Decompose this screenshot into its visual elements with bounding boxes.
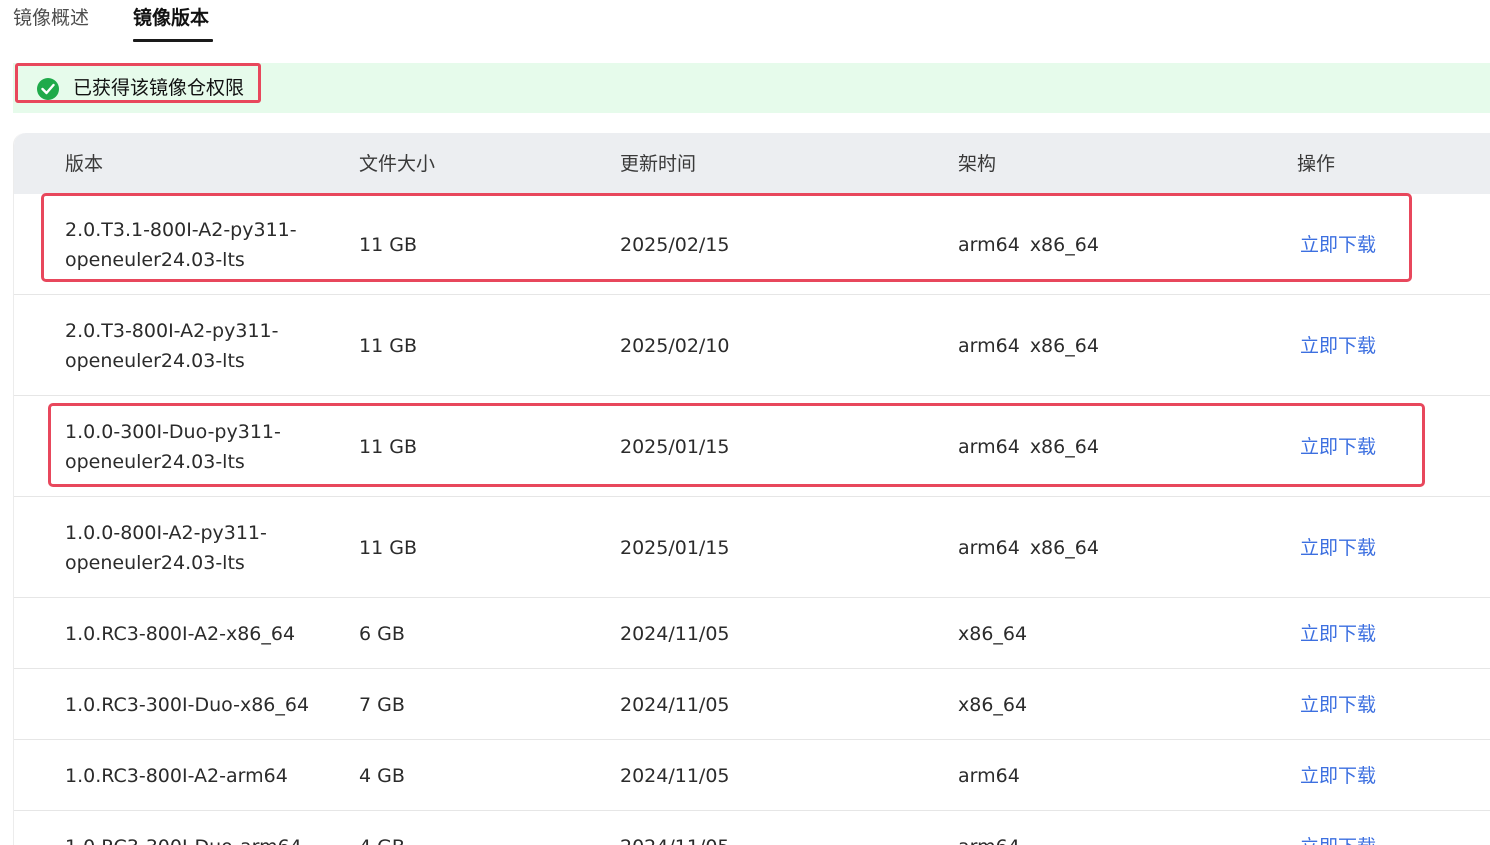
table-row: 1.0.RC3-800I-A2-arm64 4 GB 2024/11/05 arm64… [14, 740, 1490, 811]
architecture-cell: arm64 [958, 761, 1020, 791]
architecture-cell: arm64 x86_64 [958, 533, 1099, 563]
header-updated-time: 更新时间 [620, 153, 697, 175]
arch-tag: arm64 [958, 836, 1020, 845]
file-size-cell: 11 GB [359, 537, 417, 559]
arch-tag: arm64 [958, 234, 1020, 256]
arch-tag: x86_64 [958, 694, 1028, 716]
permission-status-text: 已获得该镜像仓权限 [73, 77, 245, 99]
version-cell: 1.0.RC3-800I-A2-x86_64 [65, 623, 296, 645]
download-now-link[interactable]: 立即下载 [1300, 533, 1376, 563]
tab-image-versions[interactable]: 镜像版本 [133, 6, 209, 30]
file-size-cell: 11 GB [359, 436, 417, 458]
header-actions: 操作 [1297, 153, 1336, 175]
version-cell: 1.0.0-300I-Duo-py311-openeuler24.03-lts [65, 421, 281, 473]
download-now-link[interactable]: 立即下载 [1300, 619, 1376, 649]
arch-tag: arm64 [958, 537, 1020, 559]
header-version: 版本 [65, 153, 104, 175]
download-now-link[interactable]: 立即下载 [1300, 690, 1376, 720]
architecture-cell: arm64 [958, 832, 1020, 845]
permission-banner: 已获得该镜像仓权限 [13, 63, 1490, 113]
updated-time-cell: 2024/11/05 [620, 623, 730, 645]
check-circle-icon [37, 78, 59, 100]
updated-time-cell: 2024/11/05 [620, 832, 730, 845]
updated-time-cell: 2024/11/05 [620, 765, 730, 787]
active-tab-indicator [133, 39, 213, 42]
table-row: 1.0.RC3-300I-Duo-arm64 4 GB 2024/11/05 arm6… [14, 811, 1490, 845]
download-now-link[interactable]: 立即下载 [1300, 432, 1376, 462]
arch-tag: x86_64 [1029, 436, 1099, 458]
updated-time-cell: 2024/11/05 [620, 694, 730, 716]
download-now-link[interactable]: 立即下载 [1300, 331, 1376, 361]
version-cell: 2.0.T3-800I-A2-py311-openeuler24.03-lts [65, 320, 279, 372]
download-now-link[interactable]: 立即下载 [1300, 761, 1376, 791]
version-cell: 1.0.0-800I-A2-py311-openeuler24.03-lts [65, 522, 267, 574]
version-cell: 1.0.RC3-800I-A2-arm64 [65, 765, 288, 787]
arch-tag: arm64 [958, 436, 1020, 458]
file-size-cell: 4 GB [359, 832, 405, 845]
table-row: 1.0.0-800I-A2-py311-openeuler24.03-lts 11… [14, 497, 1490, 598]
table-header: 版本 文件大小 更新时间 架构 操作 [14, 133, 1490, 194]
header-file-size: 文件大小 [359, 153, 436, 175]
image-versions-page: 镜像概述 镜像版本 已获得该镜像仓权限 版本 文件大小 更新时间 架构 操作 2… [0, 0, 1490, 845]
versions-table: 版本 文件大小 更新时间 架构 操作 2.0.T3.1-800I-A2-py31… [13, 133, 1490, 845]
architecture-cell: arm64 x86_64 [958, 230, 1099, 260]
arch-tag: arm64 [958, 335, 1020, 357]
table-row: 1.0.0-300I-Duo-py311-openeuler24.03-lts 1… [14, 396, 1490, 497]
file-size-cell: 6 GB [359, 623, 405, 645]
download-now-link[interactable]: 立即下载 [1300, 230, 1376, 260]
version-cell: 2.0.T3.1-800I-A2-py311-openeuler24.03-lt… [65, 219, 297, 271]
file-size-cell: 7 GB [359, 694, 405, 716]
download-now-link[interactable]: 立即下载 [1300, 832, 1376, 845]
header-architecture: 架构 [958, 153, 997, 175]
tab-bar: 镜像概述 镜像版本 [0, 0, 1490, 44]
file-size-cell: 11 GB [359, 234, 417, 256]
arch-tag: x86_64 [1029, 537, 1099, 559]
updated-time-cell: 2025/01/15 [620, 537, 730, 559]
updated-time-cell: 2025/02/15 [620, 234, 730, 256]
updated-time-cell: 2025/01/15 [620, 436, 730, 458]
version-cell: 1.0.RC3-300I-Duo-x86_64 [65, 694, 310, 716]
table-row: 1.0.RC3-300I-Duo-x86_64 7 GB 2024/11/05 x86… [14, 669, 1490, 740]
architecture-cell: arm64 x86_64 [958, 331, 1099, 361]
version-cell: 1.0.RC3-300I-Duo-arm64 [65, 832, 302, 845]
table-row: 1.0.RC3-800I-A2-x86_64 6 GB 2024/11/05 x86_… [14, 598, 1490, 669]
table-row: 2.0.T3.1-800I-A2-py311-openeuler24.03-lt… [14, 194, 1490, 295]
architecture-cell: x86_64 [958, 619, 1027, 649]
arch-tag: arm64 [958, 765, 1020, 787]
arch-tag: x86_64 [958, 623, 1028, 645]
file-size-cell: 11 GB [359, 335, 417, 357]
arch-tag: x86_64 [1029, 335, 1099, 357]
updated-time-cell: 2025/02/10 [620, 335, 730, 357]
architecture-cell: x86_64 [958, 690, 1027, 720]
arch-tag: x86_64 [1029, 234, 1099, 256]
table-row: 2.0.T3-800I-A2-py311-openeuler24.03-lts 1… [14, 295, 1490, 396]
architecture-cell: arm64 x86_64 [958, 432, 1099, 462]
file-size-cell: 4 GB [359, 765, 405, 787]
tab-image-overview[interactable]: 镜像概述 [13, 6, 89, 30]
